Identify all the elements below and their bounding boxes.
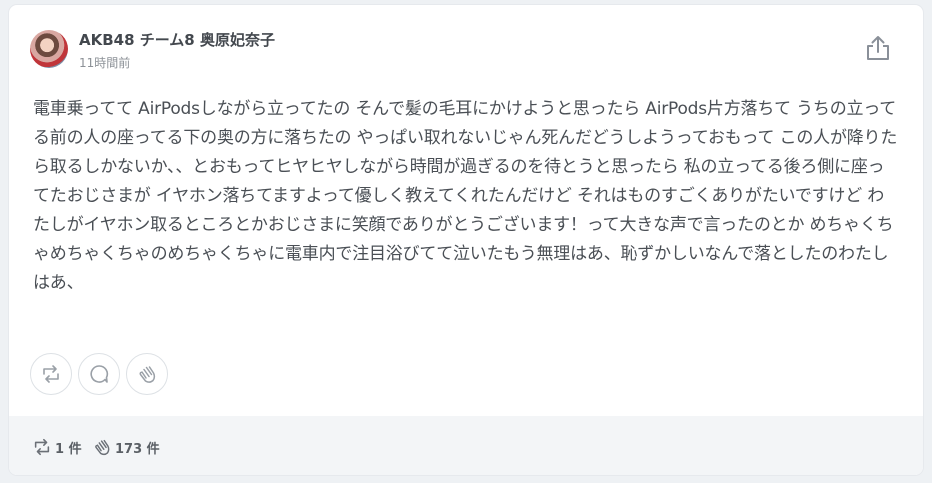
clap-icon xyxy=(139,366,156,383)
comment-icon xyxy=(90,365,109,383)
repost-count-label: 1 件 xyxy=(55,441,82,457)
repost-button[interactable] xyxy=(30,353,72,395)
share-button[interactable] xyxy=(863,33,893,63)
action-bar xyxy=(30,353,168,395)
repost-icon xyxy=(34,438,50,456)
repost-icon xyxy=(43,365,59,383)
reaction-footer: 1 件 173 件 xyxy=(9,416,923,475)
clap-icon xyxy=(95,439,110,456)
author-name[interactable]: AKB48 チーム8 奥原妃奈子 xyxy=(79,29,275,50)
share-icon xyxy=(867,36,889,60)
clap-button[interactable] xyxy=(126,353,168,395)
comment-button[interactable] xyxy=(78,353,120,395)
post-body: 電車乗ってて AirPodsしながら立ってたの そんで髪の毛耳にかけようと思った… xyxy=(33,99,898,293)
clap-count[interactable]: 173 件 xyxy=(92,437,160,457)
repost-count[interactable]: 1 件 xyxy=(32,437,82,457)
post-time[interactable]: 11時間前 xyxy=(79,54,130,71)
post-card: AKB48 チーム8 奥原妃奈子 11時間前 電車乗ってて AirPodsしなが… xyxy=(9,5,923,475)
avatar[interactable] xyxy=(30,30,68,68)
clap-count-label: 173 件 xyxy=(115,441,160,457)
